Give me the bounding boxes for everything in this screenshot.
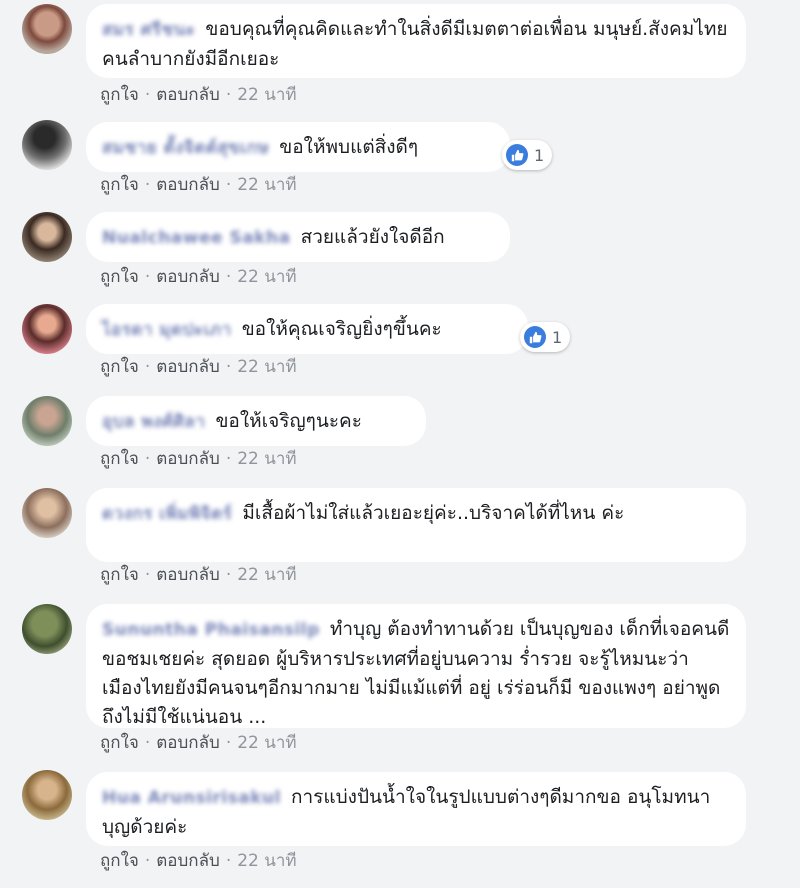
comment-text: ขอให้พบแต่สิ่งดีๆ [279,136,419,158]
avatar[interactable] [22,4,72,54]
reply-link[interactable]: ตอบกลับ [156,357,220,377]
comment-text: มีเสื้อผ้าไม่ใส่แล้วเยอะยุ่ค่ะ..บริจาคได… [242,502,625,524]
comment-actions: ถูกใจ · ตอบกลับ · 22 นาที [100,565,297,585]
comment-bubble: สมชาย ตั้งจิตต์สุขเกษ ขอให้พบแต่สิ่งดีๆ [86,122,510,172]
comment-bubble: Nualchawee Sakha สวยแล้วยังใจดีอีก [86,212,510,262]
comment-bubble: Hua Arunsirisakul การแบ่งปันน้ำใจในรูปแบ… [86,772,746,846]
comment-actions: ถูกใจ · ตอบกลับ · 22 นาที [100,851,297,871]
comment-timestamp[interactable]: 22 นาที [237,851,296,871]
reaction-badge[interactable]: 1 [502,140,553,170]
thumbs-up-icon [506,144,528,166]
comment-timestamp[interactable]: 22 นาที [237,357,296,377]
avatar[interactable] [22,212,72,262]
comment-actions: ถูกใจ · ตอบกลับ · 22 นาที [100,357,297,377]
avatar[interactable] [22,488,72,538]
reply-link[interactable]: ตอบกลับ [156,565,220,585]
comment-text: ขอให้คุณเจริญยิ่งๆขึ้นคะ [241,318,442,340]
reply-link[interactable]: ตอบกลับ [156,85,220,105]
avatar[interactable] [22,120,72,170]
comment-timestamp[interactable]: 22 นาที [237,85,296,105]
like-link[interactable]: ถูกใจ [100,851,139,871]
reply-link[interactable]: ตอบกลับ [156,851,220,871]
comment-actions: ถูกใจ · ตอบกลับ · 22 นาที [100,733,297,753]
comment-actions: ถูกใจ · ตอบกลับ · 22 นาที [100,175,297,195]
avatar[interactable] [22,396,72,446]
comment-author[interactable]: Hua Arunsirisakul [102,788,281,808]
avatar[interactable] [22,304,72,354]
comment-author[interactable]: Sununtha Phaisansilp [102,620,320,640]
reply-link[interactable]: ตอบกลับ [156,267,220,287]
comment-timestamp[interactable]: 22 นาที [237,449,296,469]
comment-bubble: อุบล พงศ์ศิลา ขอให้เจริญๆนะคะ [86,396,426,446]
reaction-count: 1 [552,327,563,347]
reaction-badge[interactable]: 1 [520,322,571,352]
comment-author[interactable]: ดวงกร เพิ่มพิจิตร์ [102,504,232,524]
comment-timestamp[interactable]: 22 นาที [237,565,296,585]
comment-author[interactable]: สมชาย ตั้งจิตต์สุขเกษ [102,138,269,158]
comment-timestamp[interactable]: 22 นาที [237,267,296,287]
like-link[interactable]: ถูกใจ [100,357,139,377]
reply-link[interactable]: ตอบกลับ [156,733,220,753]
like-link[interactable]: ถูกใจ [100,449,139,469]
like-link[interactable]: ถูกใจ [100,565,139,585]
like-link[interactable]: ถูกใจ [100,85,139,105]
comment-actions: ถูกใจ · ตอบกลับ · 22 นาที [100,449,297,469]
comment-actions: ถูกใจ · ตอบกลับ · 22 นาที [100,267,297,287]
avatar[interactable] [22,770,72,820]
like-link[interactable]: ถูกใจ [100,175,139,195]
reply-link[interactable]: ตอบกลับ [156,449,220,469]
comment-timestamp[interactable]: 22 นาที [237,733,296,753]
comment-author[interactable]: ไอรดา มุดปะเภา [102,320,232,340]
comment-author[interactable]: Nualchawee Sakha [102,228,291,248]
comment-bubble: ไอรดา มุดปะเภา ขอให้คุณเจริญยิ่งๆขึ้นคะ [86,304,528,354]
comment-author[interactable]: อุบล พงศ์ศิลา [102,412,205,432]
comment-text: สวยแล้วยังใจดีอีก [300,226,445,248]
comment-timestamp[interactable]: 22 นาที [237,175,296,195]
comment-bubble: สมร ศรีชนะ ขอบคุณที่คุณคิดและทำในสิ่งดีม… [86,4,746,78]
avatar[interactable] [22,604,72,654]
comment-bubble: ดวงกร เพิ่มพิจิตร์ มีเสื้อผ้าไม่ใส่แล้วเ… [86,488,746,562]
reaction-count: 1 [534,145,545,165]
comment-text: ขอให้เจริญๆนะคะ [215,410,362,432]
reply-link[interactable]: ตอบกลับ [156,175,220,195]
comment-actions: ถูกใจ · ตอบกลับ · 22 นาที [100,85,297,105]
comment-bubble: Sununtha Phaisansilp ทำบุญ ต้องทำทานด้วย… [86,604,746,728]
like-link[interactable]: ถูกใจ [100,267,139,287]
thumbs-up-icon [524,326,546,348]
comment-text: ขอบคุณที่คุณคิดและทำในสิ่งดีมีเมตตาต่อเพ… [102,18,728,70]
comment-author[interactable]: สมร ศรีชนะ [102,20,195,40]
like-link[interactable]: ถูกใจ [100,733,139,753]
